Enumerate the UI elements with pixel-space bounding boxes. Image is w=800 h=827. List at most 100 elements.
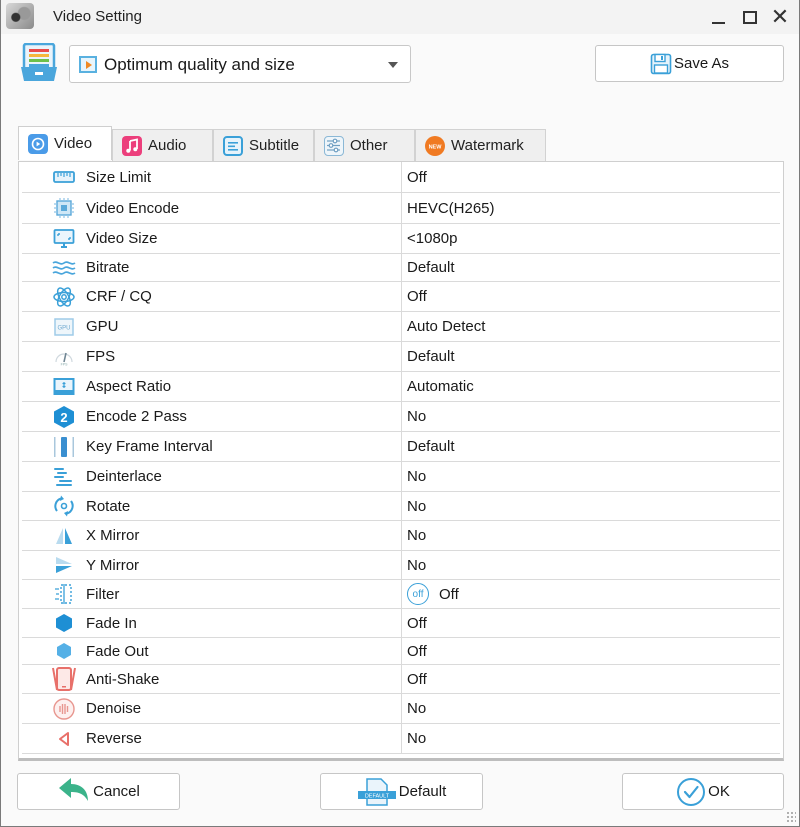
settings-row-size-limit[interactable]: Size Limit Off	[22, 162, 780, 193]
setting-value-cell[interactable]: No	[402, 498, 426, 515]
setting-label: Denoise	[86, 700, 142, 717]
setting-value-cell[interactable]: Off	[402, 169, 427, 186]
settings-row-video-encode[interactable]: Video Encode HEVC(H265)	[22, 193, 780, 224]
setting-value-cell[interactable]: No	[402, 527, 426, 544]
tab-subtitle[interactable]: Subtitle	[213, 129, 314, 161]
tab-watermark-label: Watermark	[451, 137, 524, 154]
chip-icon	[52, 197, 76, 219]
settings-row-fps[interactable]: FPS FPS Default	[22, 342, 780, 372]
setting-value-cell[interactable]: No	[402, 408, 426, 425]
setting-value-cell[interactable]: Default	[402, 259, 455, 276]
cancel-button[interactable]: Cancel	[17, 773, 180, 810]
setting-label: Video Size	[86, 230, 158, 247]
setting-name-cell: 2 Encode 2 Pass	[22, 402, 402, 431]
fade-in-icon	[52, 612, 76, 634]
gpu-icon: GPU	[52, 316, 76, 338]
resize-grip[interactable]	[786, 811, 796, 823]
tab-audio[interactable]: Audio	[112, 129, 213, 161]
setting-value: Off	[407, 614, 427, 632]
settings-row-aspect-ratio[interactable]: Aspect Ratio Automatic	[22, 372, 780, 402]
tab-video[interactable]: Video	[18, 126, 112, 160]
setting-name-cell: Size Limit	[22, 162, 402, 192]
close-button[interactable]: ✕	[765, 4, 795, 30]
svg-text:GPU: GPU	[57, 325, 70, 331]
settings-table: Size Limit Off Video Encode HEVC(H265) Video…	[18, 161, 784, 761]
ok-button[interactable]: OK	[622, 773, 784, 810]
off-toggle-icon[interactable]: off	[407, 583, 429, 605]
setting-name-cell: Aspect Ratio	[22, 372, 402, 401]
sliders-icon	[324, 135, 344, 156]
setting-value: Off	[439, 585, 459, 603]
settings-row-x-mirror[interactable]: X Mirror No	[22, 521, 780, 551]
setting-value: Default	[407, 348, 455, 365]
setting-value-cell[interactable]: No	[402, 557, 426, 574]
settings-row-y-mirror[interactable]: Y Mirror No	[22, 551, 780, 580]
setting-value-cell[interactable]: <1080p	[402, 230, 457, 247]
setting-label: Fade Out	[86, 642, 149, 660]
settings-row-gpu[interactable]: GPU GPU Auto Detect	[22, 312, 780, 342]
window-title: Video Setting	[53, 8, 142, 25]
setting-name-cell: Anti-Shake	[22, 665, 402, 693]
app-logo-icon	[6, 3, 34, 29]
tab-video-label: Video	[54, 135, 93, 152]
setting-name-cell: CRF / CQ	[22, 282, 402, 311]
setting-name-cell: Filter	[22, 580, 402, 608]
setting-value-cell[interactable]: Off	[402, 615, 427, 632]
setting-value-cell[interactable]: Automatic	[402, 378, 474, 395]
aspect-ratio-icon	[52, 376, 76, 398]
tab-other[interactable]: Other	[314, 129, 415, 161]
settings-row-rotate[interactable]: Rotate No	[22, 492, 780, 521]
setting-value-cell[interactable]: No	[402, 700, 426, 717]
settings-row-crf-cq[interactable]: CRF / CQ Off	[22, 282, 780, 312]
setting-label: Deinterlace	[86, 468, 162, 485]
settings-row-key-frame-interval[interactable]: Key Frame Interval Default	[22, 432, 780, 462]
setting-value-cell[interactable]: Auto Detect	[402, 318, 485, 335]
tab-watermark[interactable]: NEW Watermark	[415, 129, 546, 161]
setting-label: Reverse	[86, 730, 142, 747]
settings-row-encode-2-pass[interactable]: 2 Encode 2 Pass No	[22, 402, 780, 432]
setting-value-cell[interactable]: No	[402, 468, 426, 485]
close-icon: ✕	[770, 4, 790, 29]
setting-value-cell[interactable]: HEVC(H265)	[402, 200, 495, 217]
settings-row-fade-in[interactable]: Fade In Off	[22, 609, 780, 638]
keyframe-icon	[52, 436, 76, 458]
minimize-button[interactable]	[703, 4, 733, 30]
settings-row-filter[interactable]: Filter off Off	[22, 580, 780, 609]
settings-row-reverse[interactable]: Reverse No	[22, 724, 780, 754]
setting-value-cell[interactable]: Off	[402, 643, 427, 660]
svg-text:NEW: NEW	[429, 144, 443, 150]
setting-label: Y Mirror	[86, 556, 140, 574]
setting-name-cell: FPS FPS	[22, 342, 402, 371]
monitor-icon	[52, 228, 76, 250]
setting-label: GPU	[86, 318, 119, 335]
x-mirror-icon	[52, 525, 76, 547]
settings-row-video-size[interactable]: Video Size <1080p	[22, 224, 780, 254]
settings-row-bitrate[interactable]: Bitrate Default	[22, 254, 780, 282]
setting-value: <1080p	[407, 230, 458, 247]
settings-row-anti-shake[interactable]: Anti-Shake Off	[22, 665, 780, 694]
setting-value-cell[interactable]: off Off	[402, 583, 459, 605]
setting-label: X Mirror	[86, 527, 140, 544]
setting-value-cell[interactable]: Off	[402, 671, 427, 688]
setting-label: Aspect Ratio	[86, 378, 172, 395]
setting-value: Auto Detect	[407, 318, 486, 335]
settings-row-fade-out[interactable]: Fade Out Off	[22, 638, 780, 665]
waves-icon	[52, 257, 76, 279]
settings-row-denoise[interactable]: Denoise No	[22, 694, 780, 724]
setting-value-cell[interactable]: Off	[402, 288, 427, 305]
settings-row-deinterlace[interactable]: Deinterlace No	[22, 462, 780, 492]
setting-name-cell: Fade Out	[22, 638, 402, 664]
setting-value-cell[interactable]: Default	[402, 438, 455, 455]
maximize-button[interactable]	[735, 4, 765, 30]
ruler-icon	[52, 166, 76, 188]
default-button[interactable]: DEFAULT Default	[320, 773, 483, 810]
filter-icon	[52, 583, 76, 605]
setting-value-cell[interactable]: No	[402, 730, 426, 747]
subtitle-icon	[223, 135, 243, 156]
setting-name-cell: Reverse	[22, 724, 402, 753]
preset-dropdown[interactable]: Optimum quality and size	[69, 45, 411, 83]
save-as-button[interactable]: Save As	[595, 45, 784, 82]
setting-value-cell[interactable]: Default	[402, 348, 455, 365]
fade-out-icon	[52, 640, 76, 662]
setting-value: No	[407, 730, 427, 747]
